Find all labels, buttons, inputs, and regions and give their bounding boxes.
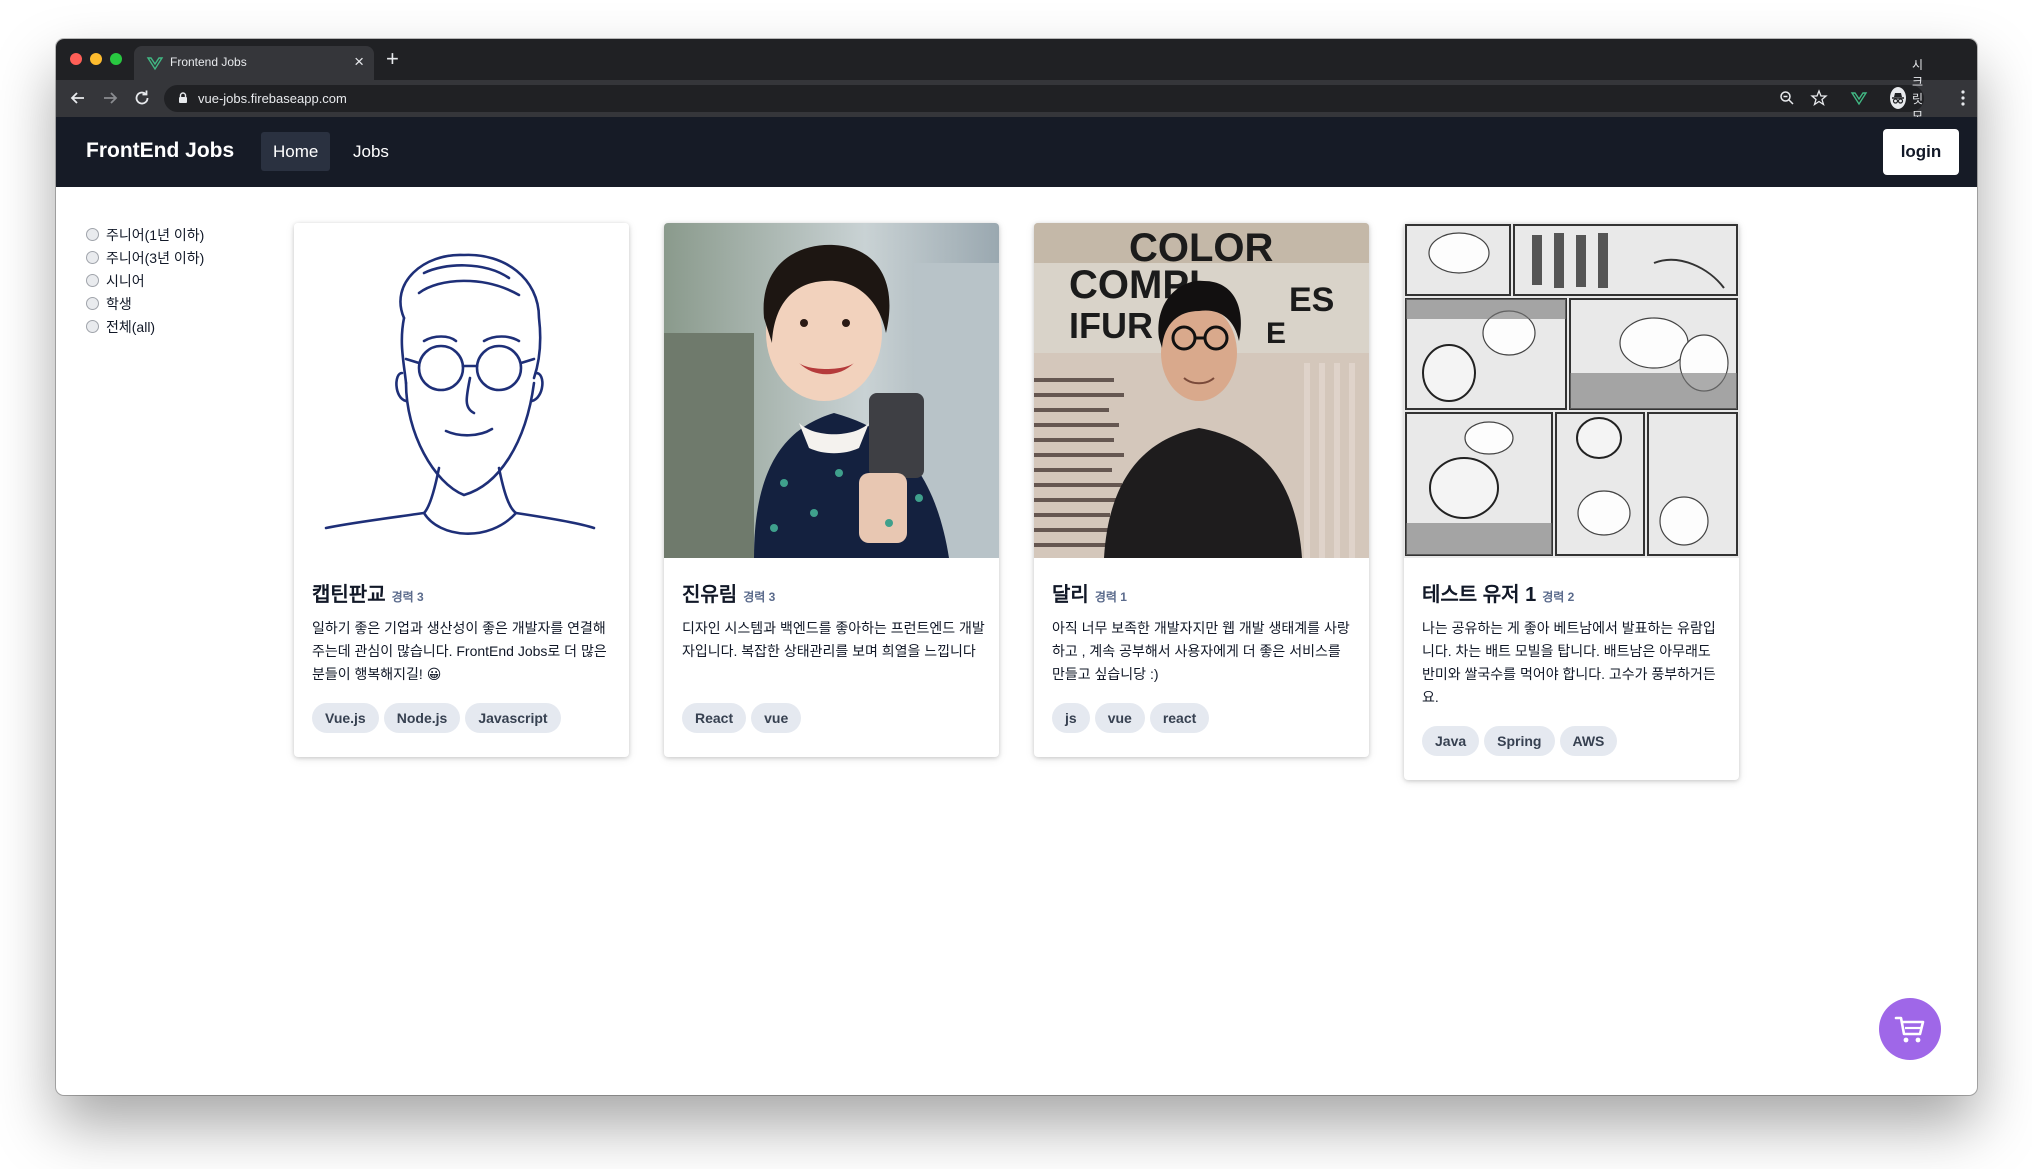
reload-icon[interactable] <box>132 88 152 108</box>
tag[interactable]: react <box>1149 703 1210 733</box>
profile-image-photo <box>664 223 999 558</box>
browser-window: Frontend Jobs × + vue-jobs.firebaseapp.c… <box>56 39 1977 1095</box>
tag[interactable]: React <box>682 703 747 733</box>
filter-all[interactable]: 전체(all) <box>86 315 204 338</box>
extension-icon[interactable] <box>1850 89 1868 107</box>
tag[interactable]: Spring <box>1484 726 1555 756</box>
card-description: 나는 공유하는 게 좋아 베트남에서 발표하는 유람입니다. 차는 배트 모빌을… <box>1422 620 1716 705</box>
back-arrow-icon[interactable] <box>68 88 88 108</box>
maximize-window-button[interactable] <box>110 53 122 65</box>
poster-text-es: ES <box>1289 281 1334 319</box>
tab-title: Frontend Jobs <box>170 55 247 69</box>
card-tags: js vue react <box>1052 703 1214 733</box>
tag[interactable]: vue <box>1094 703 1145 733</box>
tag[interactable]: Vue.js <box>312 703 379 733</box>
card-description: 디자인 시스템과 백엔드를 좋아하는 프런트엔드 개발자입니다. 복잡한 상태관… <box>682 620 985 659</box>
filter-label: 전체(all) <box>106 318 156 335</box>
profile-card[interactable]: 테스트 유저 1 경력 2 나는 공유하는 게 좋아 베트남에서 발표하는 유람… <box>1404 223 1739 780</box>
card-description: 아직 너무 보족한 개발자지만 웹 개발 생태계를 사랑하고 , 계속 공부해서… <box>1052 620 1350 682</box>
brand-logo[interactable]: FrontEnd Jobs <box>86 139 234 163</box>
nav-jobs[interactable]: Jobs <box>341 132 401 171</box>
card-title: 테스트 유저 1 경력 2 <box>1422 578 1574 607</box>
star-icon[interactable] <box>1810 89 1828 107</box>
radio-button[interactable] <box>86 251 99 264</box>
tab-close-icon[interactable]: × <box>354 52 364 72</box>
card-tags: React vue <box>682 703 806 733</box>
profile-image-manga <box>1404 223 1739 558</box>
login-button[interactable]: login <box>1883 129 1959 175</box>
new-tab-button[interactable]: + <box>386 47 399 71</box>
card-experience: 경력 3 <box>391 590 424 604</box>
zoom-icon[interactable] <box>1778 89 1796 107</box>
card-tags: Vue.js Node.js Javascript <box>312 703 566 733</box>
tab-strip: Frontend Jobs × + <box>56 39 1977 80</box>
url-text: vue-jobs.firebaseapp.com <box>198 91 347 106</box>
profile-card[interactable]: COLOR COMPL ES IFUR E 달리 경력 1 아직 너무 보족한 … <box>1034 223 1369 757</box>
filter-senior[interactable]: 시니어 <box>86 269 204 292</box>
radio-button[interactable] <box>86 228 99 241</box>
filter-junior-3[interactable]: 주니어(3년 이하) <box>86 246 204 269</box>
forward-arrow-icon[interactable] <box>100 88 120 108</box>
address-bar[interactable]: vue-jobs.firebaseapp.com 시크릿 모 <box>164 58 1924 140</box>
lock-icon <box>179 92 187 103</box>
card-name: 진유림 <box>682 584 738 606</box>
profile-card[interactable]: 캡틴판교 경력 3 일하기 좋은 기업과 생산성이 좋은 개발자를 연결해주는데… <box>294 223 629 757</box>
browser-toolbar: vue-jobs.firebaseapp.com 시크릿 모 <box>56 58 1977 140</box>
tag[interactable]: AWS <box>1559 726 1618 756</box>
nav-home[interactable]: Home <box>261 132 331 171</box>
tag[interactable]: js <box>1052 703 1090 733</box>
card-title: 달리 경력 1 <box>1052 578 1127 607</box>
app-navbar: FrontEnd Jobs Home Jobs login <box>56 117 1977 187</box>
profile-card[interactable]: 진유림 경력 3 디자인 시스템과 백엔드를 좋아하는 프런트엔드 개발자입니다… <box>664 223 999 757</box>
card-tags: Java Spring AWS <box>1422 726 1622 756</box>
incognito-icon <box>1890 87 1906 109</box>
incognito-indicator[interactable]: 시크릿 모드 <box>1890 58 1929 140</box>
card-experience: 경력 2 <box>1542 590 1575 604</box>
card-name: 테스트 유저 1 <box>1422 584 1537 606</box>
card-experience: 경력 3 <box>743 590 776 604</box>
filter-label: 주니어(1년 이하) <box>106 226 205 243</box>
tag[interactable]: Java <box>1422 726 1480 756</box>
filter-label: 주니어(3년 이하) <box>106 249 205 266</box>
card-title: 캡틴판교 경력 3 <box>312 578 424 607</box>
browser-tab[interactable]: Frontend Jobs × <box>134 46 374 80</box>
poster-text-e: E <box>1266 317 1286 350</box>
card-title: 진유림 경력 3 <box>682 578 775 607</box>
card-name: 달리 <box>1052 584 1089 606</box>
filter-junior-1[interactable]: 주니어(1년 이하) <box>86 223 204 246</box>
tag[interactable]: Javascript <box>465 703 561 733</box>
tag[interactable]: vue <box>751 703 802 733</box>
cart-button[interactable] <box>1879 998 1941 1060</box>
cart-icon <box>1894 1016 1925 1043</box>
close-window-button[interactable] <box>70 53 82 65</box>
more-menu-icon[interactable] <box>1961 89 1965 107</box>
card-name: 캡틴판교 <box>312 584 386 606</box>
tag[interactable]: Node.js <box>383 703 461 733</box>
career-filter: 주니어(1년 이하) 주니어(3년 이하) 시니어 학생 전체(all) <box>86 223 204 338</box>
filter-label: 학생 <box>106 295 132 312</box>
minimize-window-button[interactable] <box>90 53 102 65</box>
filter-label: 시니어 <box>106 272 145 289</box>
radio-button[interactable] <box>86 320 99 333</box>
card-experience: 경력 1 <box>1094 590 1127 604</box>
vue-favicon-icon <box>146 57 164 71</box>
profile-image-drawing <box>294 223 629 558</box>
card-description: 일하기 좋은 기업과 생산성이 좋은 개발자를 연결해주는데 관심이 많습니다.… <box>312 620 607 682</box>
filter-student[interactable]: 학생 <box>86 292 204 315</box>
radio-button[interactable] <box>86 274 99 287</box>
poster-text-ifur: IFUR <box>1069 305 1153 346</box>
profile-image-photo: COLOR COMPL ES IFUR E <box>1034 223 1369 558</box>
radio-button[interactable] <box>86 297 99 310</box>
